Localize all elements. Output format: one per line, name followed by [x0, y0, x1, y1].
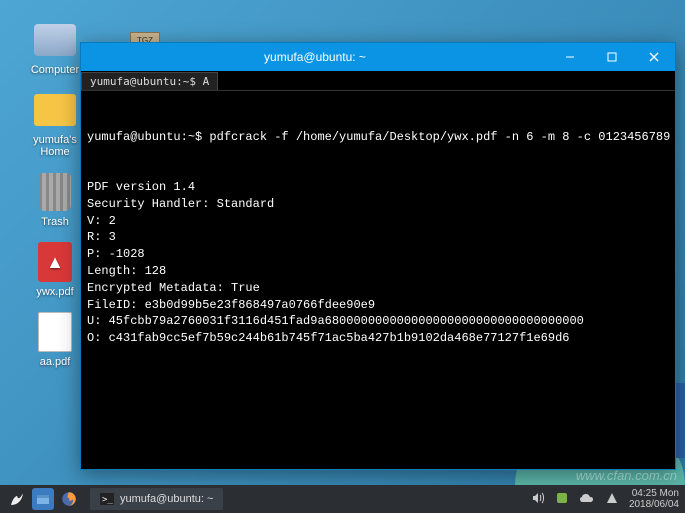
computer-icon: [34, 24, 76, 56]
minimize-icon: [565, 52, 575, 62]
window-title: yumufa@ubuntu: ~: [81, 50, 549, 64]
terminal-output-line: P: -1028: [87, 246, 669, 263]
firefox-icon: [60, 490, 78, 508]
terminal-output-line: Security Handler: Standard: [87, 196, 669, 213]
taskbar-clock[interactable]: 04:25 Mon 2018/06/04: [629, 488, 679, 510]
close-icon: [649, 52, 659, 62]
terminal-icon: >_: [100, 493, 114, 505]
file-manager-button[interactable]: [32, 488, 54, 510]
files-icon: [36, 492, 50, 506]
terminal-tabbar: yumufa@ubuntu:~$ A: [81, 71, 675, 91]
minimize-button[interactable]: [549, 43, 591, 71]
document-icon: [38, 312, 72, 352]
update-icon[interactable]: [555, 491, 569, 508]
terminal-command: pdfcrack -f /home/yumufa/Desktop/ywx.pdf…: [209, 130, 670, 144]
watermark: www.cfan.com.cn: [576, 468, 677, 483]
taskbar: >_ yumufa@ubuntu: ~ 04:25 Mon 2018/06/04: [0, 485, 685, 513]
terminal-output-line: R: 3: [87, 229, 669, 246]
trash-icon: [39, 173, 71, 211]
task-label: yumufa@ubuntu: ~: [120, 493, 213, 505]
terminal-output: PDF version 1.4Security Handler: Standar…: [87, 179, 669, 347]
terminal-prompt: yumufa@ubuntu:~$: [87, 130, 202, 144]
cloud-icon[interactable]: [579, 492, 595, 507]
terminal-tab[interactable]: yumufa@ubuntu:~$ A: [81, 72, 218, 90]
start-menu-button[interactable]: [6, 488, 28, 510]
clock-date: 2018/06/04: [629, 499, 679, 510]
maximize-button[interactable]: [591, 43, 633, 71]
network-icon[interactable]: [605, 491, 619, 508]
desktop: TGZ Computer yumufa's Home Trash ▲ ywx.p…: [0, 0, 685, 513]
terminal-window: yumufa@ubuntu: ~ yumufa@ubuntu:~$ A yumu…: [80, 42, 676, 470]
volume-icon[interactable]: [531, 491, 545, 508]
terminal-output-line: FileID: e3b0d99b5e23f868497a0766fdee90e9: [87, 297, 669, 314]
terminal-output-line: PDF version 1.4: [87, 179, 669, 196]
terminal-output-line: U: 45fcbb79a2760031f3116d451fad9a6800000…: [87, 313, 669, 330]
xubuntu-logo-icon: [8, 490, 26, 508]
pdf-icon: ▲: [38, 242, 72, 282]
close-button[interactable]: [633, 43, 675, 71]
terminal-output-line: O: c431fab9cc5ef7b59c244b61b745f71ac5ba4…: [87, 330, 669, 347]
taskbar-task-terminal[interactable]: >_ yumufa@ubuntu: ~: [90, 488, 223, 510]
clock-time: 04:25 Mon: [629, 488, 679, 499]
folder-icon: [34, 94, 76, 126]
firefox-button[interactable]: [58, 488, 80, 510]
terminal-output-line: Length: 128: [87, 263, 669, 280]
terminal-output-line: V: 2: [87, 213, 669, 230]
terminal-output-line: Encrypted Metadata: True: [87, 280, 669, 297]
svg-text:>_: >_: [102, 495, 113, 505]
window-titlebar[interactable]: yumufa@ubuntu: ~: [81, 43, 675, 71]
system-tray: 04:25 Mon 2018/06/04: [531, 488, 679, 510]
terminal-body[interactable]: yumufa@ubuntu:~$ pdfcrack -f /home/yumuf…: [81, 91, 675, 469]
window-controls: [549, 43, 675, 71]
maximize-icon: [607, 52, 617, 62]
